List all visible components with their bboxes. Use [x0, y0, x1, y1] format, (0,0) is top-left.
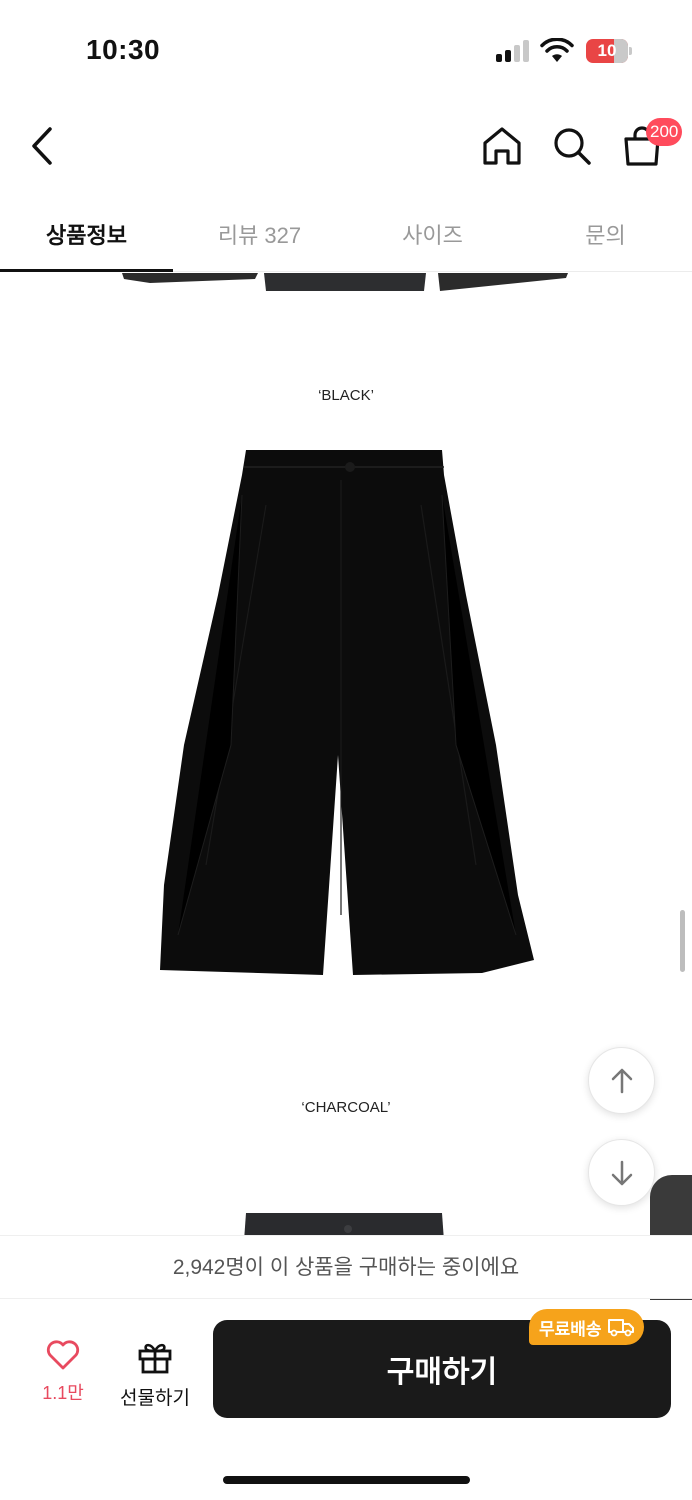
charcoal-pants-image-partial [244, 1213, 444, 1235]
back-button[interactable] [20, 124, 64, 168]
tab-size[interactable]: 사이즈 [346, 196, 519, 272]
scroll-up-button[interactable] [588, 1047, 655, 1114]
tab-inquiry[interactable]: 문의 [519, 196, 692, 272]
top-nav [0, 100, 692, 192]
status-time: 10:30 [86, 34, 161, 65]
heart-icon [46, 1340, 80, 1370]
tab-product-info[interactable]: 상품정보 [0, 196, 173, 272]
product-image-partial-top [122, 273, 568, 291]
delivery-truck-icon [607, 1319, 634, 1337]
bottom-action-bar: 1.1만 선물하기 구매하기 무료배송 [0, 1300, 692, 1500]
like-count: 1.1만 [42, 1383, 84, 1403]
scrollbar[interactable] [680, 910, 685, 972]
active-tab-indicator [0, 269, 173, 272]
free-shipping-badge: 무료배송 [529, 1309, 644, 1345]
color-caption-black: ‘BLACK’ [318, 387, 374, 404]
search-icon [554, 128, 591, 165]
gift-icon [138, 1343, 172, 1374]
scroll-down-button[interactable] [588, 1139, 655, 1206]
search-button[interactable] [550, 124, 594, 168]
free-shipping-label: 무료배송 [539, 1319, 602, 1339]
like-button[interactable]: 1.1만 [30, 1340, 96, 1405]
arrow-down-icon [611, 1160, 632, 1185]
gift-button[interactable]: 선물하기 [112, 1340, 198, 1410]
black-pants-image [160, 450, 534, 975]
home-indicator [223, 1476, 470, 1484]
cellular-signal-icon [496, 40, 532, 62]
battery-icon: 10 [586, 39, 632, 63]
chevron-left-icon [32, 127, 52, 165]
color-caption-charcoal: ‘CHARCOAL’ [301, 1099, 391, 1116]
arrow-up-icon [611, 1068, 632, 1093]
product-tabs: 상품정보 리뷰 327 사이즈 문의 [0, 196, 692, 272]
buyers-count-banner: 2,942명이 이 상품을 구매하는 중이에요 [0, 1235, 692, 1299]
battery-level: 10 [597, 41, 617, 60]
gift-label: 선물하기 [120, 1388, 190, 1409]
home-button[interactable] [480, 124, 524, 168]
wifi-icon [540, 38, 574, 62]
home-icon [483, 127, 521, 165]
tab-reviews[interactable]: 리뷰 327 [173, 196, 346, 272]
status-bar: 10:30 10 [0, 0, 692, 100]
product-detail-content: ‘BLACK’ ‘CHARCOAL’ [0, 273, 692, 1235]
cart-count-badge: 200 [646, 118, 683, 146]
